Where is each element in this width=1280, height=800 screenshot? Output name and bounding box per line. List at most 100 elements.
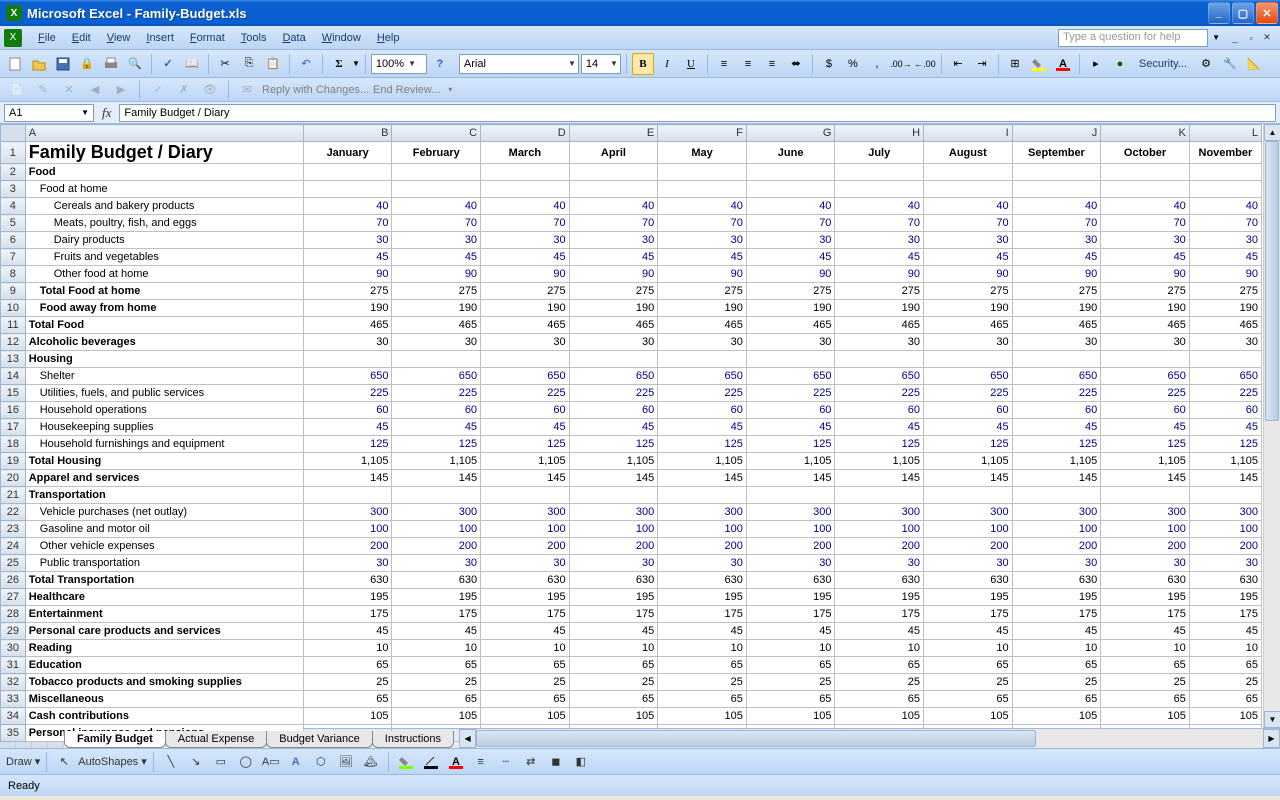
cell[interactable]: 65 [924,657,1013,674]
cell[interactable]: 45 [1012,249,1101,266]
paste-icon[interactable]: 📋 [262,53,284,75]
cell[interactable]: 300 [1189,504,1261,521]
cell[interactable]: 100 [658,521,747,538]
row-header[interactable]: 33 [1,691,26,708]
cell[interactable] [835,164,924,181]
cell[interactable]: 195 [569,589,658,606]
row-header[interactable]: 11 [1,317,26,334]
cell[interactable]: 650 [835,368,924,385]
cell[interactable]: 30 [835,334,924,351]
cell[interactable]: 275 [1189,283,1261,300]
cell[interactable]: 30 [924,555,1013,572]
cell[interactable]: 70 [924,215,1013,232]
cell-label[interactable]: Household operations [25,402,303,419]
cell[interactable]: 100 [569,521,658,538]
zoom-combo[interactable]: 100%▼ [371,54,427,74]
cell[interactable]: 125 [1101,436,1190,453]
month-header[interactable]: January [303,142,392,164]
cell[interactable]: 30 [303,232,392,249]
cell[interactable]: 10 [481,640,570,657]
cell[interactable]: 90 [1101,266,1190,283]
cell[interactable]: 25 [1012,674,1101,691]
permission-icon[interactable]: 🔒 [76,53,98,75]
print-preview-icon[interactable]: 🔍 [124,53,146,75]
cell[interactable]: 60 [1012,402,1101,419]
review-prev-icon[interactable]: ◀ [84,79,106,101]
cell[interactable]: 630 [1101,572,1190,589]
cell[interactable]: 10 [746,640,835,657]
scroll-down-icon[interactable]: ▼ [1264,711,1280,728]
cell[interactable]: 1,105 [1189,453,1261,470]
cell[interactable]: 10 [303,640,392,657]
cell[interactable] [481,351,570,368]
cell[interactable]: 630 [746,572,835,589]
cell[interactable]: 105 [835,708,924,725]
cell[interactable]: 30 [658,555,747,572]
cell[interactable]: 65 [746,657,835,674]
row-header[interactable]: 13 [1,351,26,368]
clipart-icon[interactable]: 🖼 [335,751,357,773]
scroll-up-icon[interactable]: ▲ [1264,124,1280,141]
column-header-K[interactable]: K [1101,125,1190,142]
help-dropdown-icon[interactable]: ▼ [1212,33,1220,42]
horizontal-scrollbar[interactable]: ◀ ▶ [459,729,1280,748]
cell[interactable]: 145 [1012,470,1101,487]
cell[interactable]: 200 [835,538,924,555]
cell[interactable] [1189,487,1261,504]
cell[interactable]: 275 [835,283,924,300]
scroll-left-icon[interactable]: ◀ [459,729,476,748]
cell[interactable]: 60 [392,402,481,419]
column-header-C[interactable]: C [392,125,481,142]
italic-button[interactable]: I [656,53,678,75]
cell[interactable]: 30 [1101,555,1190,572]
cell[interactable]: 465 [924,317,1013,334]
cell[interactable]: 650 [569,368,658,385]
month-header[interactable]: September [1012,142,1101,164]
cell[interactable] [1012,487,1101,504]
copy-icon[interactable]: ⎘ [238,53,260,75]
cell[interactable]: 630 [658,572,747,589]
cell[interactable]: 300 [481,504,570,521]
cell[interactable]: 30 [392,555,481,572]
cell[interactable]: 65 [1101,657,1190,674]
cell-label[interactable]: Apparel and services [25,470,303,487]
cell-label[interactable]: Meats, poultry, fish, and eggs [25,215,303,232]
cell-label[interactable]: Other vehicle expenses [25,538,303,555]
cell-label[interactable]: Food away from home [25,300,303,317]
cell[interactable]: 70 [746,215,835,232]
cell-label[interactable]: Public transportation [25,555,303,572]
cell[interactable]: 300 [569,504,658,521]
help-icon[interactable]: ? [429,53,451,75]
cell[interactable]: 195 [481,589,570,606]
cell[interactable]: 125 [746,436,835,453]
diagram-icon[interactable]: ⬡ [310,751,332,773]
cell[interactable]: 465 [1012,317,1101,334]
row-header[interactable]: 30 [1,640,26,657]
cell[interactable] [746,351,835,368]
cell[interactable]: 465 [1101,317,1190,334]
cell[interactable] [481,181,570,198]
row-header[interactable]: 5 [1,215,26,232]
cell[interactable]: 65 [924,691,1013,708]
cell[interactable]: 465 [392,317,481,334]
cell[interactable]: 125 [658,436,747,453]
cell-label[interactable]: Total Food at home [25,283,303,300]
cell[interactable] [658,164,747,181]
menu-file[interactable]: File [30,29,64,47]
cell[interactable]: 30 [569,334,658,351]
cell[interactable]: 90 [924,266,1013,283]
cell[interactable]: 30 [1189,555,1261,572]
cell[interactable]: 30 [1189,232,1261,249]
cell-label[interactable]: Gasoline and motor oil [25,521,303,538]
cell[interactable]: 1,105 [481,453,570,470]
cell[interactable]: 125 [392,436,481,453]
cell-label[interactable]: Entertainment [25,606,303,623]
cell[interactable]: 30 [1101,232,1190,249]
cell-label[interactable]: Personal care products and services [25,623,303,640]
cell[interactable]: 30 [835,232,924,249]
review-next-icon[interactable]: ▶ [110,79,132,101]
cell[interactable] [924,351,1013,368]
cell[interactable]: 10 [835,640,924,657]
sheet-tab-family-budget[interactable]: Family Budget [64,731,166,748]
cell[interactable]: 175 [1101,606,1190,623]
